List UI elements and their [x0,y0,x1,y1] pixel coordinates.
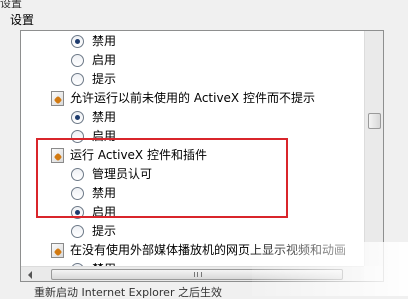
highlight-box [36,138,288,218]
radio-option[interactable]: 提示 [71,70,116,88]
vertical-scrollbar[interactable] [364,31,383,267]
settings-group-label: 设置 [10,13,35,27]
window-title-fragment: 设置 [0,0,22,8]
option-label: 提示 [92,72,117,86]
option-label: 启用 [92,53,117,67]
watermark-area [252,242,408,296]
option-label: 禁用 [92,34,117,48]
radio-option[interactable]: 禁用 [71,32,116,50]
option-label: 禁用 [92,110,117,124]
radio-unselected-icon[interactable] [71,224,84,238]
category-label: 允许运行以前未使用的 ActiveX 控件而不提示 [70,91,315,105]
radio-selected-icon[interactable] [71,110,84,124]
settings-category-icon [51,90,64,106]
option-label: 提示 [92,224,117,238]
settings-category[interactable]: 允许运行以前未使用的 ActiveX 控件而不提示 [51,89,315,107]
radio-option[interactable]: 禁用 [71,108,116,126]
radio-unselected-icon[interactable] [71,53,84,67]
settings-category-icon [51,242,64,258]
radio-unselected-icon[interactable] [71,72,84,86]
footer-note-fragment: 重新启动 Internet Explorer 之后生效 [34,286,222,299]
scroll-grip-icon [194,272,202,277]
vertical-scroll-thumb[interactable] [368,113,381,129]
radio-option[interactable]: 提示 [71,222,116,240]
scroll-left-arrow-icon[interactable] [24,271,32,279]
radio-selected-icon[interactable] [71,34,84,48]
radio-option[interactable]: 启用 [71,51,116,69]
